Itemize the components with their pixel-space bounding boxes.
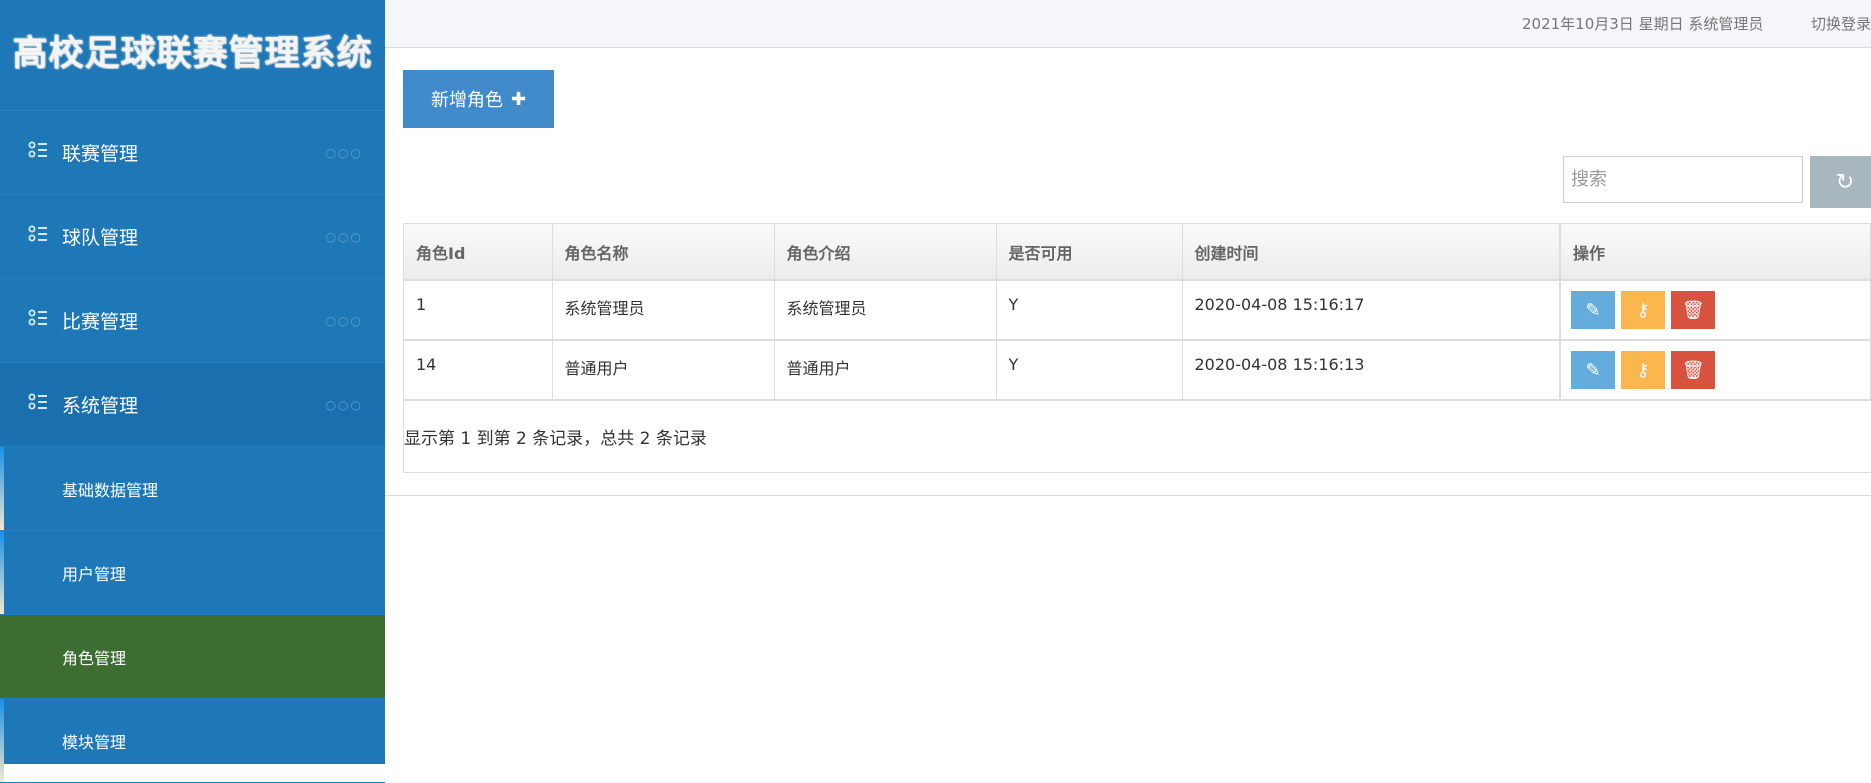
trash-icon: 🗑 xyxy=(1681,359,1705,380)
column-header[interactable]: 是否可用 xyxy=(996,224,1183,281)
more-dots-icon: ○○○ xyxy=(325,313,363,328)
roles-table: 角色Id 角色名称 角色介绍 是否可用 创建时间 操作 1 系统管理员 系统管理员 Y 2020-… xyxy=(404,224,1871,401)
list-icon xyxy=(28,225,62,248)
main-content: 新增角色✚ ↻ 角色Id角色名称角色介绍是否可用创建时间操作 1系统管理员系统管… xyxy=(385,49,1871,496)
table-cell: 1 xyxy=(404,280,553,341)
menu-label: 比赛管理 xyxy=(62,311,139,333)
list-icon xyxy=(28,141,62,164)
table-row: 14 普通用户 普通用户 Y 2020-04-08 15:16:13 ✎ ⚷ 🗑 xyxy=(404,340,1871,401)
column-header[interactable]: 角色Id xyxy=(404,224,553,281)
date-user-info: 2021年10月3日 星期日 系统管理员 xyxy=(1522,15,1764,33)
top-header: 2021年10月3日 星期日 系统管理员 切换登录 xyxy=(385,0,1871,48)
refresh-button[interactable]: ↻ xyxy=(1810,156,1871,208)
submenu-label: 用户管理 xyxy=(62,564,127,584)
sidebar-menu-item[interactable]: 联赛管理 ○○○ xyxy=(0,111,385,195)
permission-button[interactable]: ⚷ xyxy=(1621,351,1666,389)
roles-table-container: 角色Id 角色名称 角色介绍 是否可用 创建时间 操作 1 系统管理员 系统管理员 Y 2020-… xyxy=(403,223,1871,473)
sidebar: 高校足球联赛管理系统 联赛管理 ○○○ 球队管理 ○○○ 比赛管理 ○○○ 系统管理 ○○○ 基… xyxy=(0,0,385,783)
table-row: 1 系统管理员 系统管理员 Y 2020-04-08 15:16:17 ✎ ⚷ 🗑 xyxy=(404,280,1871,341)
table-cell: 系统管理员 xyxy=(552,280,775,341)
column-header[interactable]: 角色名称 xyxy=(552,224,775,281)
trash-icon: 🗑 xyxy=(1681,299,1705,320)
table-cell: 2020-04-08 15:16:13 xyxy=(1182,340,1561,401)
add-role-button[interactable]: 新增角色 ✚ xyxy=(403,70,554,128)
table-cell: Y xyxy=(996,280,1183,341)
switch-login-link[interactable]: 切换登录 xyxy=(1811,13,1871,34)
delete-button[interactable]: 🗑 xyxy=(1671,351,1716,389)
table-cell: 2020-04-08 15:16:17 xyxy=(1182,280,1561,341)
sidebar-submenu-item[interactable]: 用户管理 xyxy=(0,531,385,615)
table-cell: 普通用户 xyxy=(774,340,997,401)
list-icon xyxy=(28,309,62,332)
app-logo-title: 高校足球联赛管理系统 xyxy=(0,0,385,111)
column-header[interactable]: 操作 xyxy=(1559,224,1871,281)
menu-label: 系统管理 xyxy=(62,395,139,417)
actions-cell: ✎ ⚷ 🗑 xyxy=(1559,280,1871,341)
key-icon: ⚷ xyxy=(1636,299,1650,320)
edit-button[interactable]: ✎ xyxy=(1571,291,1615,329)
submenu-label: 基础数据管理 xyxy=(62,480,159,500)
menu-label: 联赛管理 xyxy=(62,143,139,165)
plus-icon: ✚ xyxy=(510,88,527,109)
submenu-label: 角色管理 xyxy=(62,648,127,668)
menu-label: 球队管理 xyxy=(62,227,139,249)
sidebar-submenu-item[interactable]: 模块管理 xyxy=(0,699,385,783)
table-cell: 14 xyxy=(404,340,553,401)
table-cell: 普通用户 xyxy=(552,340,775,401)
more-dots-icon: ○○○ xyxy=(325,397,363,412)
more-dots-icon: ○○○ xyxy=(325,229,363,244)
list-icon xyxy=(28,393,62,416)
table-cell: 系统管理员 xyxy=(774,280,997,341)
column-header[interactable]: 创建时间 xyxy=(1182,224,1561,281)
search-input[interactable] xyxy=(1563,156,1803,203)
edit-button[interactable]: ✎ xyxy=(1571,351,1615,389)
submenu-label: 模块管理 xyxy=(62,732,127,752)
edit-icon: ✎ xyxy=(1585,299,1601,320)
more-dots-icon: ○○○ xyxy=(325,145,363,160)
sidebar-submenu-item[interactable]: 基础数据管理 xyxy=(0,447,385,531)
actions-cell: ✎ ⚷ 🗑 xyxy=(1559,340,1871,401)
edit-icon: ✎ xyxy=(1585,359,1601,380)
sidebar-menu-item[interactable]: 比赛管理 ○○○ xyxy=(0,279,385,363)
add-role-label: 新增角色 xyxy=(430,90,503,110)
delete-button[interactable]: 🗑 xyxy=(1671,291,1716,329)
sidebar-menu-item[interactable]: 球队管理 ○○○ xyxy=(0,195,385,279)
key-icon: ⚷ xyxy=(1636,359,1650,380)
refresh-icon: ↻ xyxy=(1835,169,1855,194)
permission-button[interactable]: ⚷ xyxy=(1621,291,1666,329)
sidebar-submenu-item[interactable]: 角色管理 xyxy=(0,615,385,699)
column-header[interactable]: 角色介绍 xyxy=(774,224,997,281)
table-cell: Y xyxy=(996,340,1183,401)
sidebar-menu-item[interactable]: 系统管理 ○○○ xyxy=(0,363,385,447)
pagination-summary: 显示第 1 到第 2 条记录，总共 2 条记录 xyxy=(404,429,707,449)
